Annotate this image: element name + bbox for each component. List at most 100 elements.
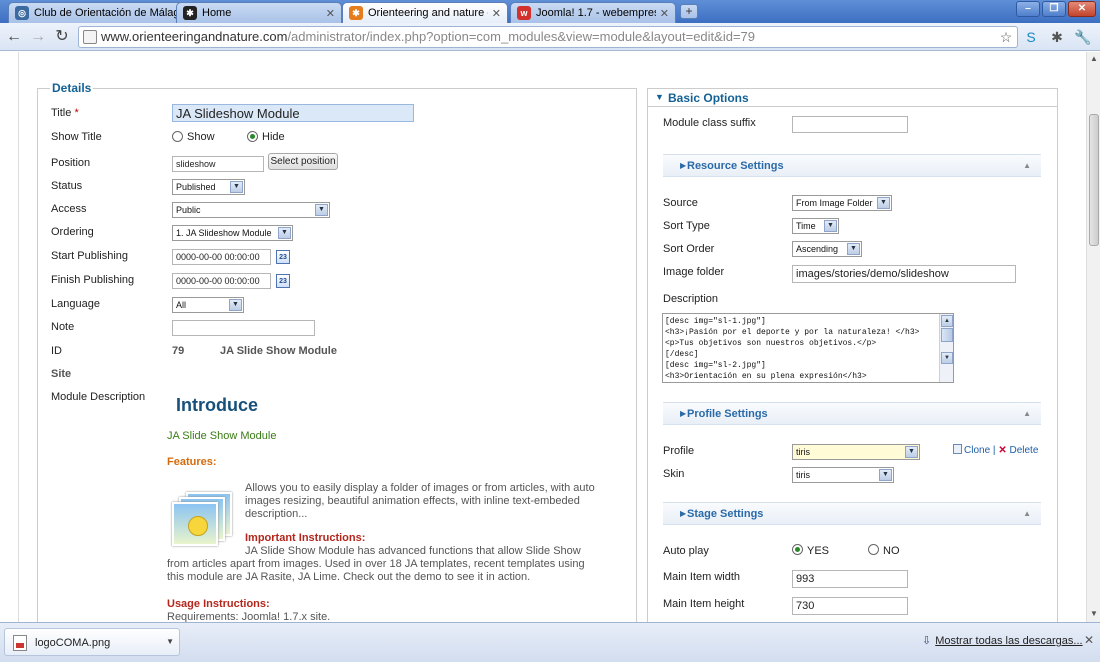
scroll-thumb[interactable] xyxy=(1089,114,1099,246)
sort-type-select[interactable]: Time ▼ xyxy=(792,218,839,234)
scroll-up-icon[interactable]: ▲ xyxy=(1088,53,1100,65)
sort-order-select[interactable]: Ascending ▼ xyxy=(792,241,862,257)
delete-link[interactable]: Delete xyxy=(1009,445,1038,456)
finish-publishing-input[interactable] xyxy=(172,273,271,289)
close-icon[interactable]: ✕ xyxy=(1084,633,1094,647)
minimize-button[interactable]: – xyxy=(1016,1,1040,17)
webempresa-icon: w xyxy=(517,6,531,20)
show-title-hide-radio[interactable] xyxy=(247,131,258,142)
page-icon xyxy=(83,30,97,44)
triangle-right-icon: ▶ xyxy=(680,409,687,418)
status-label: Status xyxy=(51,180,83,192)
tab-title: Orienteering and nature - Adm xyxy=(368,7,488,19)
clone-icon xyxy=(953,444,962,454)
description-label: Description xyxy=(663,293,719,305)
chevron-down-icon[interactable]: ▼ xyxy=(166,637,174,646)
module-id: 79 xyxy=(172,345,185,357)
language-select[interactable]: All ▼ xyxy=(172,297,244,313)
basic-options-header[interactable]: ▼ Basic Options xyxy=(648,89,1057,107)
triangle-right-icon: ▶ xyxy=(680,161,687,170)
auto-play-yes-radio[interactable] xyxy=(792,544,803,555)
ordering-select-value: 1. JA Slideshow Module xyxy=(176,228,272,238)
new-tab-button[interactable]: + xyxy=(680,4,698,19)
start-publishing-input[interactable] xyxy=(172,249,271,265)
bookmark-star-icon[interactable]: ☆ xyxy=(997,28,1015,46)
tab-orienteering-admin[interactable]: ✱ Orienteering and nature - Adm ✕ xyxy=(342,2,508,23)
image-file-icon xyxy=(13,635,27,651)
chevron-down-icon: ▼ xyxy=(315,204,328,216)
chevron-down-icon: ▼ xyxy=(230,181,243,193)
browser-toolbar: ← → ↻ www.orienteeringandnature.com/admi… xyxy=(0,23,1100,51)
show-title-show-radio[interactable] xyxy=(172,131,183,142)
important-title: Important Instructions: xyxy=(245,532,366,544)
download-item[interactable]: logoCOMA.png ▼ xyxy=(4,628,180,656)
close-icon[interactable]: ✕ xyxy=(326,7,335,20)
page-viewport: Details Title * Show Title Show Hide Pos… xyxy=(0,52,1086,622)
title-input[interactable] xyxy=(172,104,414,122)
status-select[interactable]: Published ▼ xyxy=(172,179,245,195)
window-close-button[interactable]: ✕ xyxy=(1068,1,1096,17)
image-folder-input[interactable] xyxy=(792,265,1016,283)
position-label: Position xyxy=(51,157,91,169)
ordering-label: Ordering xyxy=(51,226,94,238)
profile-select[interactable]: tiris ▼ xyxy=(792,444,920,460)
ordering-select[interactable]: 1. JA Slideshow Module ▼ xyxy=(172,225,293,241)
scroll-down-icon[interactable]: ▼ xyxy=(1088,608,1100,620)
calendar-icon[interactable]: 23 xyxy=(276,274,290,288)
position-input[interactable] xyxy=(172,156,264,172)
skin-select[interactable]: tiris ▼ xyxy=(792,467,894,483)
extension-gear-icon[interactable]: ✱ xyxy=(1048,28,1066,46)
module-class-input[interactable] xyxy=(792,116,908,133)
module-class-label: Module class suffix xyxy=(663,117,756,129)
description-textarea[interactable]: [desc img="sl-1.jpg"] <h3>¡Pasión por el… xyxy=(662,313,954,383)
note-input[interactable] xyxy=(172,320,315,336)
access-select[interactable]: Public ▼ xyxy=(172,202,330,218)
tab-webempresa[interactable]: w Joomla! 1.7 - webempresa joo ✕ xyxy=(510,2,676,23)
yes-radio-label: YES xyxy=(807,545,830,557)
maximize-button[interactable]: ❐ xyxy=(1042,1,1066,17)
finish-publishing-label: Finish Publishing xyxy=(51,274,135,286)
globe-icon: ◎ xyxy=(15,6,29,20)
select-position-button[interactable]: Select position xyxy=(268,153,338,170)
chevron-down-icon: ▼ xyxy=(229,299,242,311)
scroll-up-icon[interactable]: ▲ xyxy=(941,315,953,327)
photo-frame xyxy=(172,502,218,546)
scroll-thumb[interactable] xyxy=(941,328,953,342)
slideshow-thumbnail-icon xyxy=(172,492,234,550)
chevron-down-icon: ▼ xyxy=(847,243,860,255)
resource-settings-section[interactable]: ▶ Resource Settings ▲ xyxy=(663,154,1041,177)
skype-extension-icon[interactable]: S xyxy=(1022,28,1040,46)
clone-link[interactable]: Clone xyxy=(964,445,990,456)
page-scrollbar[interactable]: ▲ ▼ xyxy=(1086,52,1100,622)
tab-home[interactable]: ✱ Home ✕ xyxy=(176,2,342,23)
description-scrollbar[interactable]: ▲ ▼ xyxy=(939,314,953,382)
wrench-icon[interactable]: 🔧 xyxy=(1074,28,1092,46)
show-all-downloads-link[interactable]: ⇩ Mostrar todas las descargas... xyxy=(922,634,1083,647)
sort-type-select-value: Time xyxy=(796,221,816,231)
profile-label: Profile xyxy=(663,445,695,457)
status-select-value: Published xyxy=(176,182,216,192)
joomla-dark-icon: ✱ xyxy=(183,6,197,20)
collapse-icon: ▲ xyxy=(1023,409,1031,418)
main-item-width-label: Main Item width xyxy=(663,571,741,583)
reload-icon[interactable]: ↻ xyxy=(52,27,72,47)
calendar-icon[interactable]: 23 xyxy=(276,250,290,264)
profile-settings-section[interactable]: ▶ Profile Settings ▲ xyxy=(663,402,1041,425)
scroll-down-icon[interactable]: ▼ xyxy=(941,352,953,364)
auto-play-no-radio[interactable] xyxy=(868,544,879,555)
stage-settings-section[interactable]: ▶ Stage Settings ▲ xyxy=(663,502,1041,525)
main-item-height-input[interactable] xyxy=(792,597,908,615)
address-bar[interactable]: www.orienteeringandnature.com/administra… xyxy=(78,26,1018,48)
joomla-icon: ✱ xyxy=(349,6,363,20)
chevron-down-icon: ▼ xyxy=(824,220,837,232)
important-text: JA Slide Show Module has advanced functi… xyxy=(167,545,585,583)
main-item-width-input[interactable] xyxy=(792,570,908,588)
intro-module-name: JA Slide Show Module xyxy=(167,430,277,442)
back-arrow-icon[interactable]: ← xyxy=(4,27,24,47)
close-icon[interactable]: ✕ xyxy=(660,7,669,20)
close-icon[interactable]: ✕ xyxy=(492,7,501,20)
forward-arrow-icon[interactable]: → xyxy=(28,27,48,47)
resource-settings-title: Resource Settings xyxy=(687,160,784,172)
source-select[interactable]: From Image Folder ▼ xyxy=(792,195,892,211)
triangle-down-icon: ▼ xyxy=(655,92,664,102)
